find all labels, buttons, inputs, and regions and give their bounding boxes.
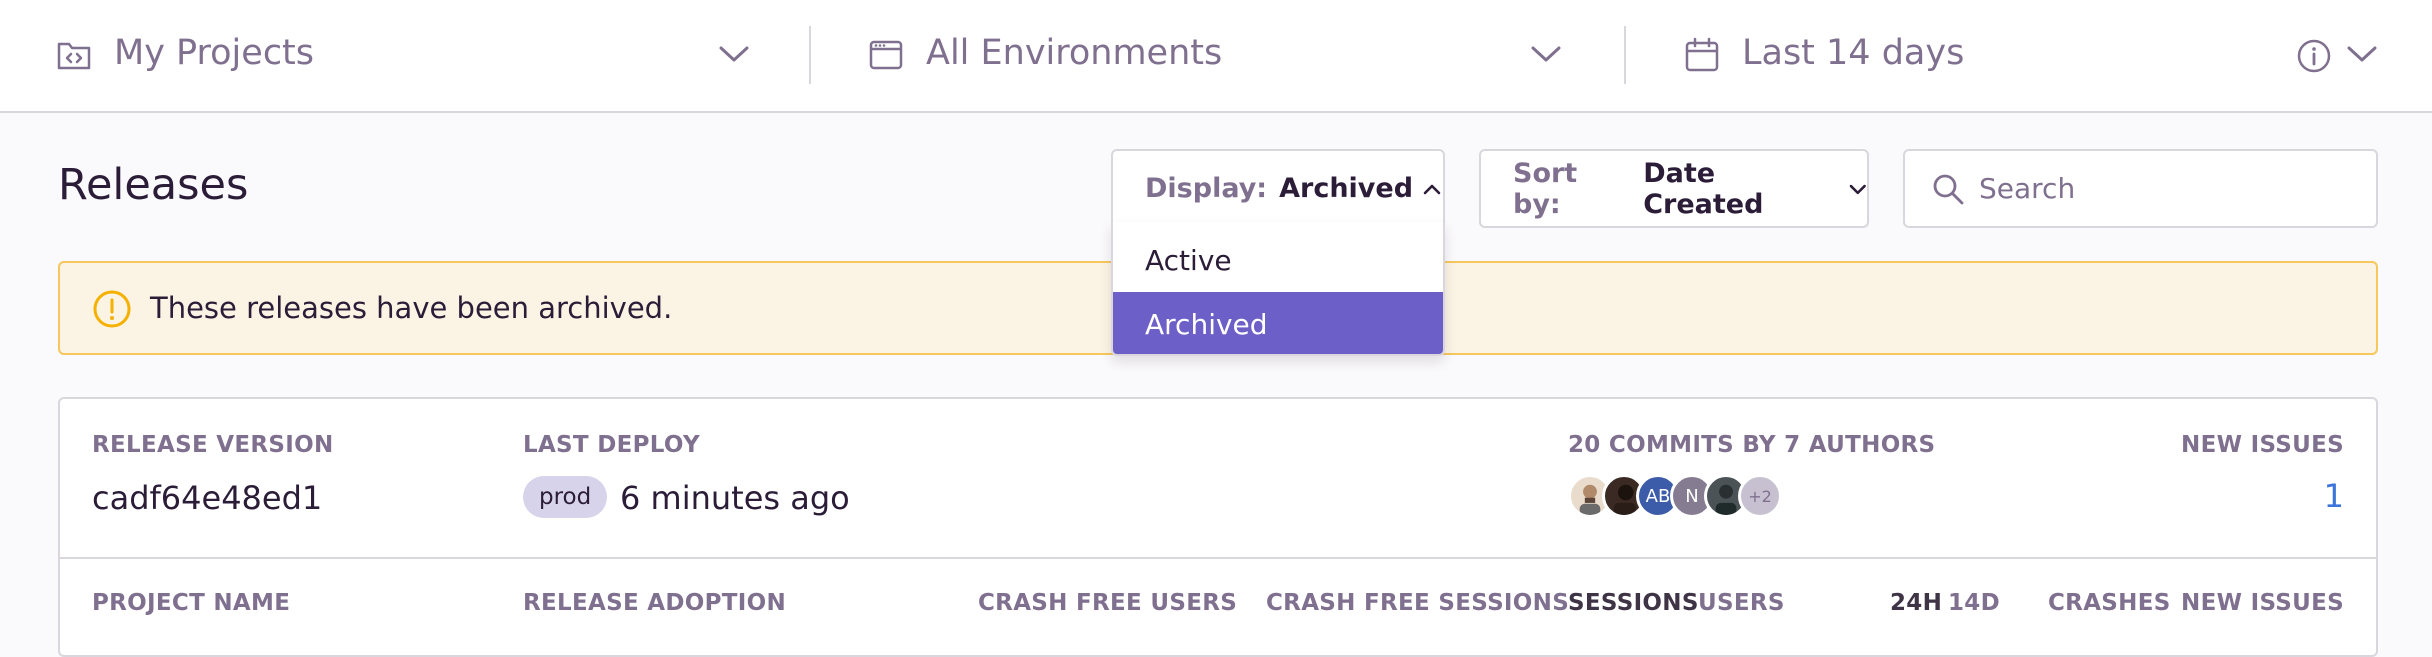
window-icon — [869, 40, 903, 70]
warning-info-icon — [93, 290, 131, 328]
more-authors-badge[interactable]: +2 — [1738, 474, 1782, 518]
info-icon[interactable] — [2296, 38, 2332, 74]
release-version-header: RELEASE VERSION — [92, 432, 334, 458]
project-selector[interactable]: My Projects — [56, 0, 756, 111]
deploy-time: 6 minutes ago — [620, 479, 850, 517]
date-range-selector[interactable]: Last 14 days — [1684, 0, 2384, 111]
avatar-initials: N — [1685, 485, 1699, 507]
new-issues-count-link[interactable]: 1 — [2324, 477, 2344, 515]
environment-selector[interactable]: All Environments — [868, 0, 1568, 111]
environment-selector-label: All Environments — [926, 33, 1223, 73]
release-version-link[interactable]: cadf64e48ed1 — [92, 479, 322, 517]
toggle-sessions[interactable]: SESSIONS — [1568, 590, 1699, 616]
environment-tag: prod — [523, 476, 608, 518]
commits-authors-header: 20 COMMITS BY 7 AUTHORS — [1568, 432, 1936, 458]
column-header-crash-free-sessions: CRASH FREE SESSIONS — [1266, 590, 1570, 616]
chevron-down-icon[interactable] — [2346, 44, 2378, 64]
divider — [809, 26, 811, 84]
display-option-archived[interactable]: Archived — [1113, 292, 1443, 354]
global-filter-bar: My Projects All Environments Last 14 day… — [0, 0, 2432, 113]
divider — [60, 557, 2376, 559]
sort-dropdown-button[interactable]: Sort by: Date Created — [1479, 149, 1869, 228]
chevron-down-icon — [1850, 184, 1867, 194]
search-input[interactable] — [1979, 172, 2309, 205]
last-deploy-header: LAST DEPLOY — [523, 432, 700, 458]
banner-message: These releases have been archived. — [150, 291, 673, 325]
display-dropdown-menu: Active Archived — [1111, 222, 1445, 356]
more-authors-count: +2 — [1748, 486, 1772, 506]
search-box[interactable] — [1903, 149, 2378, 228]
chevron-down-icon — [1531, 46, 1561, 62]
date-range-label: Last 14 days — [1742, 33, 1965, 73]
folder-code-icon — [57, 42, 91, 70]
release-card: RELEASE VERSION cadf64e48ed1 LAST DEPLOY… — [58, 397, 2378, 657]
toggle-users[interactable]: USERS — [1698, 590, 1785, 616]
display-dropdown-label: Display: — [1145, 173, 1268, 204]
new-issues-header: NEW ISSUES — [2181, 432, 2344, 458]
toggle-period-14d[interactable]: 14D — [1948, 590, 2000, 616]
toggle-period-24h[interactable]: 24H — [1890, 590, 1942, 616]
column-header-crash-free-users: CRASH FREE USERS — [978, 590, 1238, 616]
sort-dropdown-label: Sort by: — [1513, 157, 1578, 220]
avatar-initials: AB — [1645, 485, 1671, 507]
column-header-crashes: CRASHES — [2048, 590, 2171, 616]
search-icon — [1933, 174, 1964, 204]
column-header-new-issues: NEW ISSUES — [2181, 590, 2344, 616]
calendar-icon — [1685, 37, 1719, 72]
column-header-project-name: PROJECT NAME — [92, 590, 291, 616]
divider — [1624, 26, 1626, 84]
display-dropdown-value: Archived — [1279, 173, 1414, 204]
column-header-release-adoption: RELEASE ADOPTION — [523, 590, 787, 616]
page-title: Releases — [58, 160, 249, 210]
sort-dropdown-value: Date Created — [1643, 157, 1764, 220]
display-option-active[interactable]: Active — [1113, 228, 1443, 292]
display-dropdown-button[interactable]: Display: Archived — [1111, 149, 1445, 228]
chevron-down-icon — [719, 46, 749, 62]
project-selector-label: My Projects — [114, 33, 315, 73]
chevron-up-icon — [1423, 184, 1441, 194]
